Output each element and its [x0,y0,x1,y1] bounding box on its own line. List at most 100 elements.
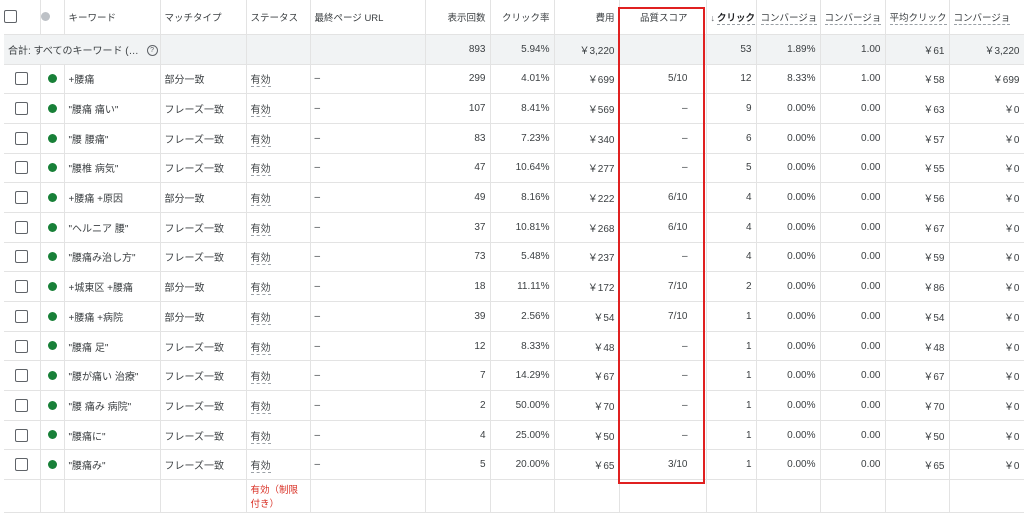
table-row[interactable]: "腰 腰痛" フレーズ一致 有効 –83 7.23% ￥340–6 0.00% 0.00 ￥57… [4,123,1024,154]
table-row[interactable]: "腰痛み" フレーズ一致 有効 –5 20.00% ￥65 3/10 1 0.00% 0.00 ￥6… [4,449,1024,481]
keyword-cell[interactable]: "腰痛 痛い" [64,93,161,124]
row-select-cell[interactable] [4,420,41,451]
table-row[interactable]: "腰が痛い 治療" フレーズ一致 有効 –7 14.29% ￥67–1 0.00% 0.00 ￥… [4,360,1024,392]
checkbox-icon[interactable] [15,280,29,294]
checkbox-icon[interactable] [15,458,29,472]
status-cell[interactable]: 有効 [246,212,311,243]
checkbox-icon[interactable] [15,428,29,442]
checkbox-icon[interactable] [15,369,29,383]
header-cost[interactable]: 費用 [554,0,620,35]
keyword-cell[interactable]: +腰痛 +病院 [64,301,161,332]
table-row[interactable]: "腰痛 痛い" フレーズ一致 有効 –107 8.41% ￥569–9 0.00% 0.00 ￥… [4,93,1024,124]
table-row[interactable]: "ヘルニア 腰" フレーズ一致 有効 –37 10.81% ￥268 6/10 4 0.00% 0… [4,212,1024,243]
header-keyword[interactable]: キーワード [64,0,161,35]
row-select-cell[interactable] [4,360,41,392]
avg-cpc-cell: ￥58 [885,64,950,95]
checkbox-icon[interactable] [15,398,29,412]
keyword-cell[interactable]: "ヘルニア 腰" [64,212,161,243]
header-ctr[interactable]: クリック率 [490,0,555,35]
table-row[interactable]: +腰痛 部分一致 有効 –299 4.01% ￥699 5/10 12 8.33% 1.00 ￥58… [4,64,1024,95]
status-cell[interactable]: 有効 [246,64,311,95]
header-cost-per-conv[interactable]: コンバージョ [949,0,1024,35]
checkbox-icon[interactable] [15,191,29,205]
checkbox-icon[interactable] [15,131,29,145]
sort-down-arrow-icon: ↓ [710,12,716,23]
row-select-cell[interactable] [4,301,41,332]
header-avg-cpc[interactable]: 平均クリック [885,0,950,35]
header-final-url[interactable]: 最終ページ URL [310,0,426,35]
header-match-type[interactable]: マッチタイプ [160,0,247,35]
checkbox-icon[interactable] [15,339,29,353]
status-cell[interactable]: 有効 [246,271,311,302]
header-clicks[interactable]: ↓ クリック [706,0,757,35]
checkbox-icon[interactable] [15,161,29,175]
status-cell[interactable]: 有効 [246,390,311,421]
checkbox-icon[interactable] [15,250,29,264]
status-cell[interactable]: 有効 [246,420,311,451]
status-cell[interactable]: 有効 [246,182,311,213]
cost-per-conv-cell: ￥0 [949,390,1024,421]
row-select-cell[interactable] [4,182,41,213]
status-cell[interactable]: 有効 [246,301,311,332]
checkbox-icon[interactable] [4,10,17,24]
keyword-cell[interactable]: "腰 腰痛" [64,123,161,154]
match-type-cell: フレーズ一致 [160,242,247,273]
row-select-cell[interactable] [4,212,41,243]
keyword-cell[interactable]: +腰痛 [64,64,161,95]
checkbox-icon[interactable] [15,309,29,323]
row-select-cell[interactable] [4,123,41,154]
row-select-cell[interactable] [4,271,41,302]
keyword-cell[interactable]: "腰痛み" [64,449,161,481]
row-select-cell[interactable] [4,390,41,421]
header-conversions[interactable]: コンバージョ [820,0,886,35]
keyword-cell[interactable]: +城東区 +腰痛 [64,271,161,302]
table-row[interactable]: "腰椎 病気" フレーズ一致 有効 –47 10.64% ￥277–5 0.00% 0.00 ￥… [4,153,1024,184]
row-select-cell[interactable] [4,331,41,362]
checkbox-icon[interactable] [15,220,29,234]
table-row[interactable]: +腰痛 +病院 部分一致 有効 –39 2.56% ￥54 7/10 1 0.00% 0.00 ￥5… [4,301,1024,332]
checkbox-icon[interactable] [15,102,29,116]
quality-score-cell: 5/10 [619,64,707,95]
conversions-cell: 0.00 [820,360,886,392]
cost-cell: ￥50 [554,420,620,451]
clicks-cell: 1 [706,360,757,392]
table-row[interactable]: +城東区 +腰痛 部分一致 有効 –18 11.11% ￥172 7/10 2 0.00% 0.0… [4,271,1024,302]
status-cell[interactable]: 有効 [246,331,311,362]
row-status-dot-cell [40,390,65,421]
status-cell[interactable]: 有効 [246,242,311,273]
keyword-cell[interactable]: "腰痛に" [64,420,161,451]
keyword-cell[interactable]: "腰痛み治し方" [64,242,161,273]
row-select-cell[interactable] [4,153,41,184]
header-select-all[interactable] [4,0,41,35]
status-cell[interactable]: 有効 [246,449,311,481]
header-status[interactable]: ステータス [246,0,311,35]
row-select-cell[interactable] [4,93,41,124]
keyword-cell[interactable]: +腰痛 +原因 [64,182,161,213]
header-conv-rate[interactable]: コンバージョ [756,0,821,35]
clicks-cell: 2 [706,271,757,302]
table-header-row: キーワード マッチタイプ ステータス 最終ページ URL 表示回数 クリック率 … [4,0,1024,35]
status-cell[interactable]: 有効 [246,93,311,124]
keyword-cell[interactable]: "腰が痛い 治療" [64,360,161,392]
table-row[interactable]: "腰痛 足" フレーズ一致 有効 –12 8.33% ￥48–1 0.00% 0.00 ￥48 ￥… [4,331,1024,362]
keyword-cell[interactable]: "腰 痛み 病院" [64,390,161,421]
checkbox-icon[interactable] [15,72,29,86]
help-icon[interactable]: ? [146,45,158,57]
total-row: 合計: すべてのキーワード (…? 893 5.94% ￥3,220 53 1.… [4,34,1024,65]
table-row[interactable]: "腰痛み治し方" フレーズ一致 有効 –73 5.48% ￥237–4 0.00% 0.00 ￥… [4,242,1024,273]
status-cell[interactable]: 有効 [246,360,311,392]
row-select-cell[interactable] [4,242,41,273]
enabled-dot-icon [47,133,57,143]
keyword-cell[interactable]: "腰痛 足" [64,331,161,362]
keyword-cell[interactable]: "腰椎 病気" [64,153,161,184]
table-row[interactable]: "腰痛に" フレーズ一致 有効 –4 25.00% ￥50–1 0.00% 0.00 ￥50 ￥0 [4,420,1024,451]
row-select-cell[interactable] [4,449,41,481]
header-impressions[interactable]: 表示回数 [425,0,491,35]
row-select-cell[interactable] [4,64,41,95]
status-cell[interactable]: 有効 [246,153,311,184]
table-row[interactable]: "腰 痛み 病院" フレーズ一致 有効 –2 50.00% ￥70–1 0.00% 0.00 ￥… [4,390,1024,421]
status-cell[interactable]: 有効 [246,123,311,154]
table-row[interactable]: +腰痛 +原因 部分一致 有効 –49 8.16% ￥222 6/10 4 0.00% 0.00 ￥… [4,182,1024,213]
header-quality-score[interactable]: 品質スコア [619,0,707,35]
impressions-cell: 7 [425,360,491,392]
